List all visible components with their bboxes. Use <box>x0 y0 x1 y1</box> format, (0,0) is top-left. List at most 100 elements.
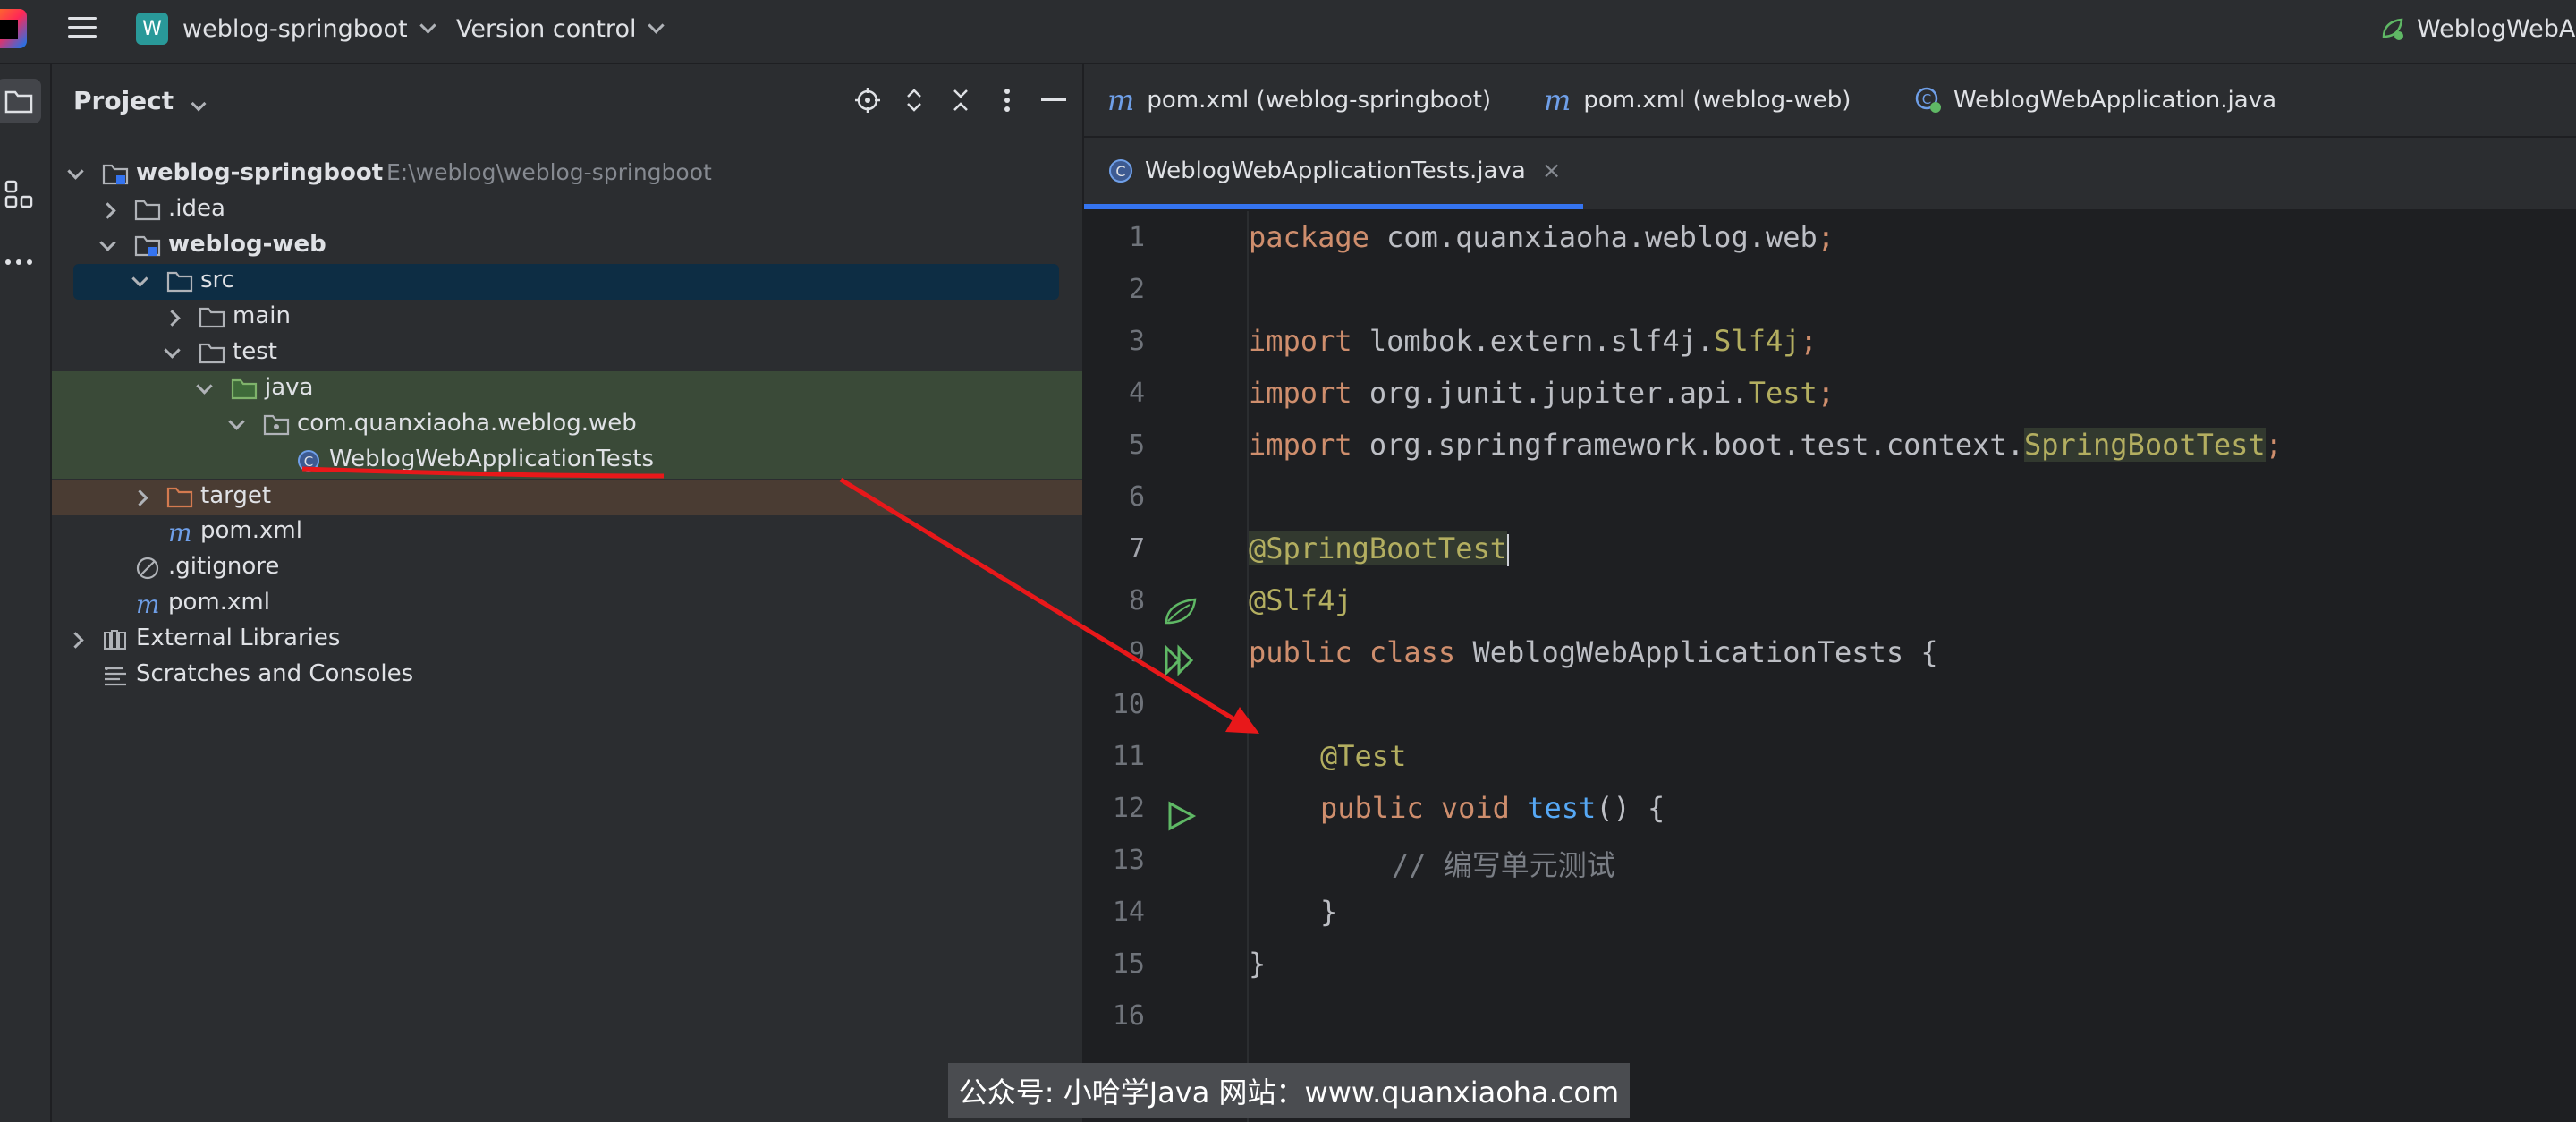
tree-item-weblogwebapplicationtests[interactable]: C WeblogWebApplicationTests <box>52 443 1082 479</box>
folder-icon <box>199 343 225 364</box>
crosshair-icon <box>855 88 880 113</box>
module-folder-icon <box>102 164 129 185</box>
collapse-all-icon <box>953 89 968 111</box>
folder-icon <box>134 200 161 221</box>
line-number: 13 <box>1112 845 1145 876</box>
expand-all-icon <box>907 89 921 112</box>
tree-item-src[interactable]: src <box>73 264 1059 300</box>
collapse-all-button[interactable] <box>945 84 977 116</box>
chevron-down-icon[interactable] <box>67 163 84 180</box>
line-number: 4 <box>1128 378 1145 409</box>
tab-weblog-web-application[interactable]: C WeblogWebApplication.java <box>1914 64 2276 136</box>
line-number: 15 <box>1112 948 1145 980</box>
java-class-icon: C <box>298 450 319 472</box>
locate-file-button[interactable] <box>852 84 884 116</box>
more-vertical-icon <box>1004 89 1010 112</box>
line-number: 3 <box>1128 326 1145 357</box>
tree-item-scratches-and-consoles[interactable]: Scratches and Consoles <box>52 658 1082 693</box>
line-number: 8 <box>1128 585 1145 616</box>
options-button[interactable] <box>991 84 1023 116</box>
chevron-right-icon[interactable] <box>99 202 116 219</box>
svg-text:m: m <box>136 591 160 616</box>
tree-item-test[interactable]: test <box>52 336 1082 371</box>
tree-item-gitignore[interactable]: .gitignore <box>52 550 1082 586</box>
tree-item-idea[interactable]: .idea <box>52 192 1082 228</box>
tree-item-external-libraries[interactable]: External Libraries <box>52 622 1082 658</box>
chevron-down-icon <box>648 16 665 34</box>
tree-item-pom-xml[interactable]: m pom.xml <box>52 514 1082 550</box>
spring-class-icon: C <box>1915 87 1941 113</box>
more-tools-button[interactable] <box>0 240 41 285</box>
tree-item-com-quanxiaoha-weblog-web[interactable]: com.quanxiaoha.weblog.web <box>52 407 1082 443</box>
run-configuration-selector[interactable]: WeblogWebAp <box>2379 7 2576 50</box>
run-test-icon[interactable] <box>1163 800 1200 832</box>
tree-item-label: .gitignore <box>168 553 280 580</box>
module-folder-icon <box>134 235 161 257</box>
editor-tabs-row-2: C WeblogWebApplicationTests.java × <box>1084 138 2576 211</box>
code-line-8: @Slf4j <box>1249 583 1352 617</box>
tree-item-path: E:\weblog\weblog-springboot <box>386 159 712 185</box>
tab-weblog-web-application-tests[interactable]: C WeblogWebApplicationTests.java × <box>1084 138 1583 209</box>
test-source-folder-icon <box>231 378 258 400</box>
project-tool-window: Project weblog-springboot E:\weblog\webl… <box>52 64 1084 1122</box>
project-tool-button[interactable] <box>0 79 41 123</box>
editor-gutter: 1 2 3 4 5 6 7 8 9 10 11 12 13 14 15 16 <box>1084 211 1236 1122</box>
tree-item-weblog-web[interactable]: weblog-web <box>52 228 1082 264</box>
svg-text:C: C <box>1115 163 1125 180</box>
scratches-icon <box>105 667 126 686</box>
tree-item-label: External Libraries <box>136 625 341 651</box>
chevron-down-icon <box>419 16 436 34</box>
maven-icon: m <box>1107 83 1135 117</box>
chevron-down-icon[interactable] <box>228 413 245 430</box>
maven-icon: m <box>1544 83 1572 117</box>
structure-icon <box>4 180 33 208</box>
tree-item-pom-xml[interactable]: m pom.xml <box>52 586 1082 622</box>
tab-pom-weblog-web[interactable]: m pom.xml (weblog-web) <box>1544 64 1851 136</box>
watermark: 公众号: 小哈学Java 网站：www.quanxiaoha.com <box>948 1063 1630 1118</box>
line-number: 12 <box>1112 793 1145 824</box>
chevron-right-icon[interactable] <box>131 489 148 506</box>
package-icon <box>263 414 290 436</box>
chevron-right-icon[interactable] <box>67 632 84 649</box>
main-menu-icon[interactable] <box>68 14 97 41</box>
tree-item-main[interactable]: main <box>52 300 1082 336</box>
editor-area: m pom.xml (weblog-springboot) m pom.xml … <box>1084 64 2576 1122</box>
tree-item-java[interactable]: java <box>52 371 1082 407</box>
hide-panel-button[interactable] <box>1038 84 1070 116</box>
project-panel-actions <box>837 84 1070 116</box>
tree-item-label: main <box>233 302 291 329</box>
version-control-switcher[interactable]: Version control <box>456 7 665 50</box>
line-number: 10 <box>1112 689 1145 720</box>
chevron-down-icon[interactable] <box>99 234 116 251</box>
chevron-right-icon[interactable] <box>164 310 181 327</box>
editor-tabs-row-1: m pom.xml (weblog-springboot) m pom.xml … <box>1084 64 2576 138</box>
tree-item-target[interactable]: target <box>52 480 1082 515</box>
line-number: 14 <box>1112 897 1145 928</box>
chevron-down-icon[interactable] <box>196 378 213 395</box>
folder-icon <box>199 307 225 328</box>
text-caret <box>1506 534 1509 566</box>
chevron-down-icon[interactable] <box>131 270 148 287</box>
code-line-11: @Test <box>1320 739 1407 773</box>
spring-bean-icon[interactable] <box>1163 596 1200 628</box>
code-editor[interactable]: 1 2 3 4 5 6 7 8 9 10 11 12 13 14 15 16 package com.quan… <box>1084 211 2576 1122</box>
maven-icon: m <box>136 591 160 616</box>
line-number: 1 <box>1128 222 1145 253</box>
structure-tool-button[interactable] <box>0 172 41 217</box>
close-tab-icon[interactable]: × <box>1542 157 1562 184</box>
minimize-icon <box>1041 98 1066 101</box>
svg-text:C: C <box>304 454 313 470</box>
tree-item-label: test <box>233 338 277 365</box>
project-switcher[interactable]: W weblog-springboot <box>136 7 436 50</box>
chevron-down-icon[interactable] <box>164 342 181 359</box>
svg-text:C: C <box>1922 91 1931 107</box>
tab-pom-weblog-springboot[interactable]: m pom.xml (weblog-springboot) <box>1107 64 1491 136</box>
line-number: 2 <box>1128 274 1145 305</box>
tree-item-weblog-springboot[interactable]: weblog-springboot E:\weblog\weblog-spring… <box>52 157 1082 192</box>
tree-item-label: src <box>200 267 234 293</box>
tree-item-label: weblog-springboot <box>136 159 384 186</box>
code-line-15: } <box>1249 947 1267 981</box>
project-view-selector[interactable]: Project <box>73 86 207 115</box>
run-all-tests-icon[interactable] <box>1163 644 1200 676</box>
expand-all-button[interactable] <box>898 84 930 116</box>
